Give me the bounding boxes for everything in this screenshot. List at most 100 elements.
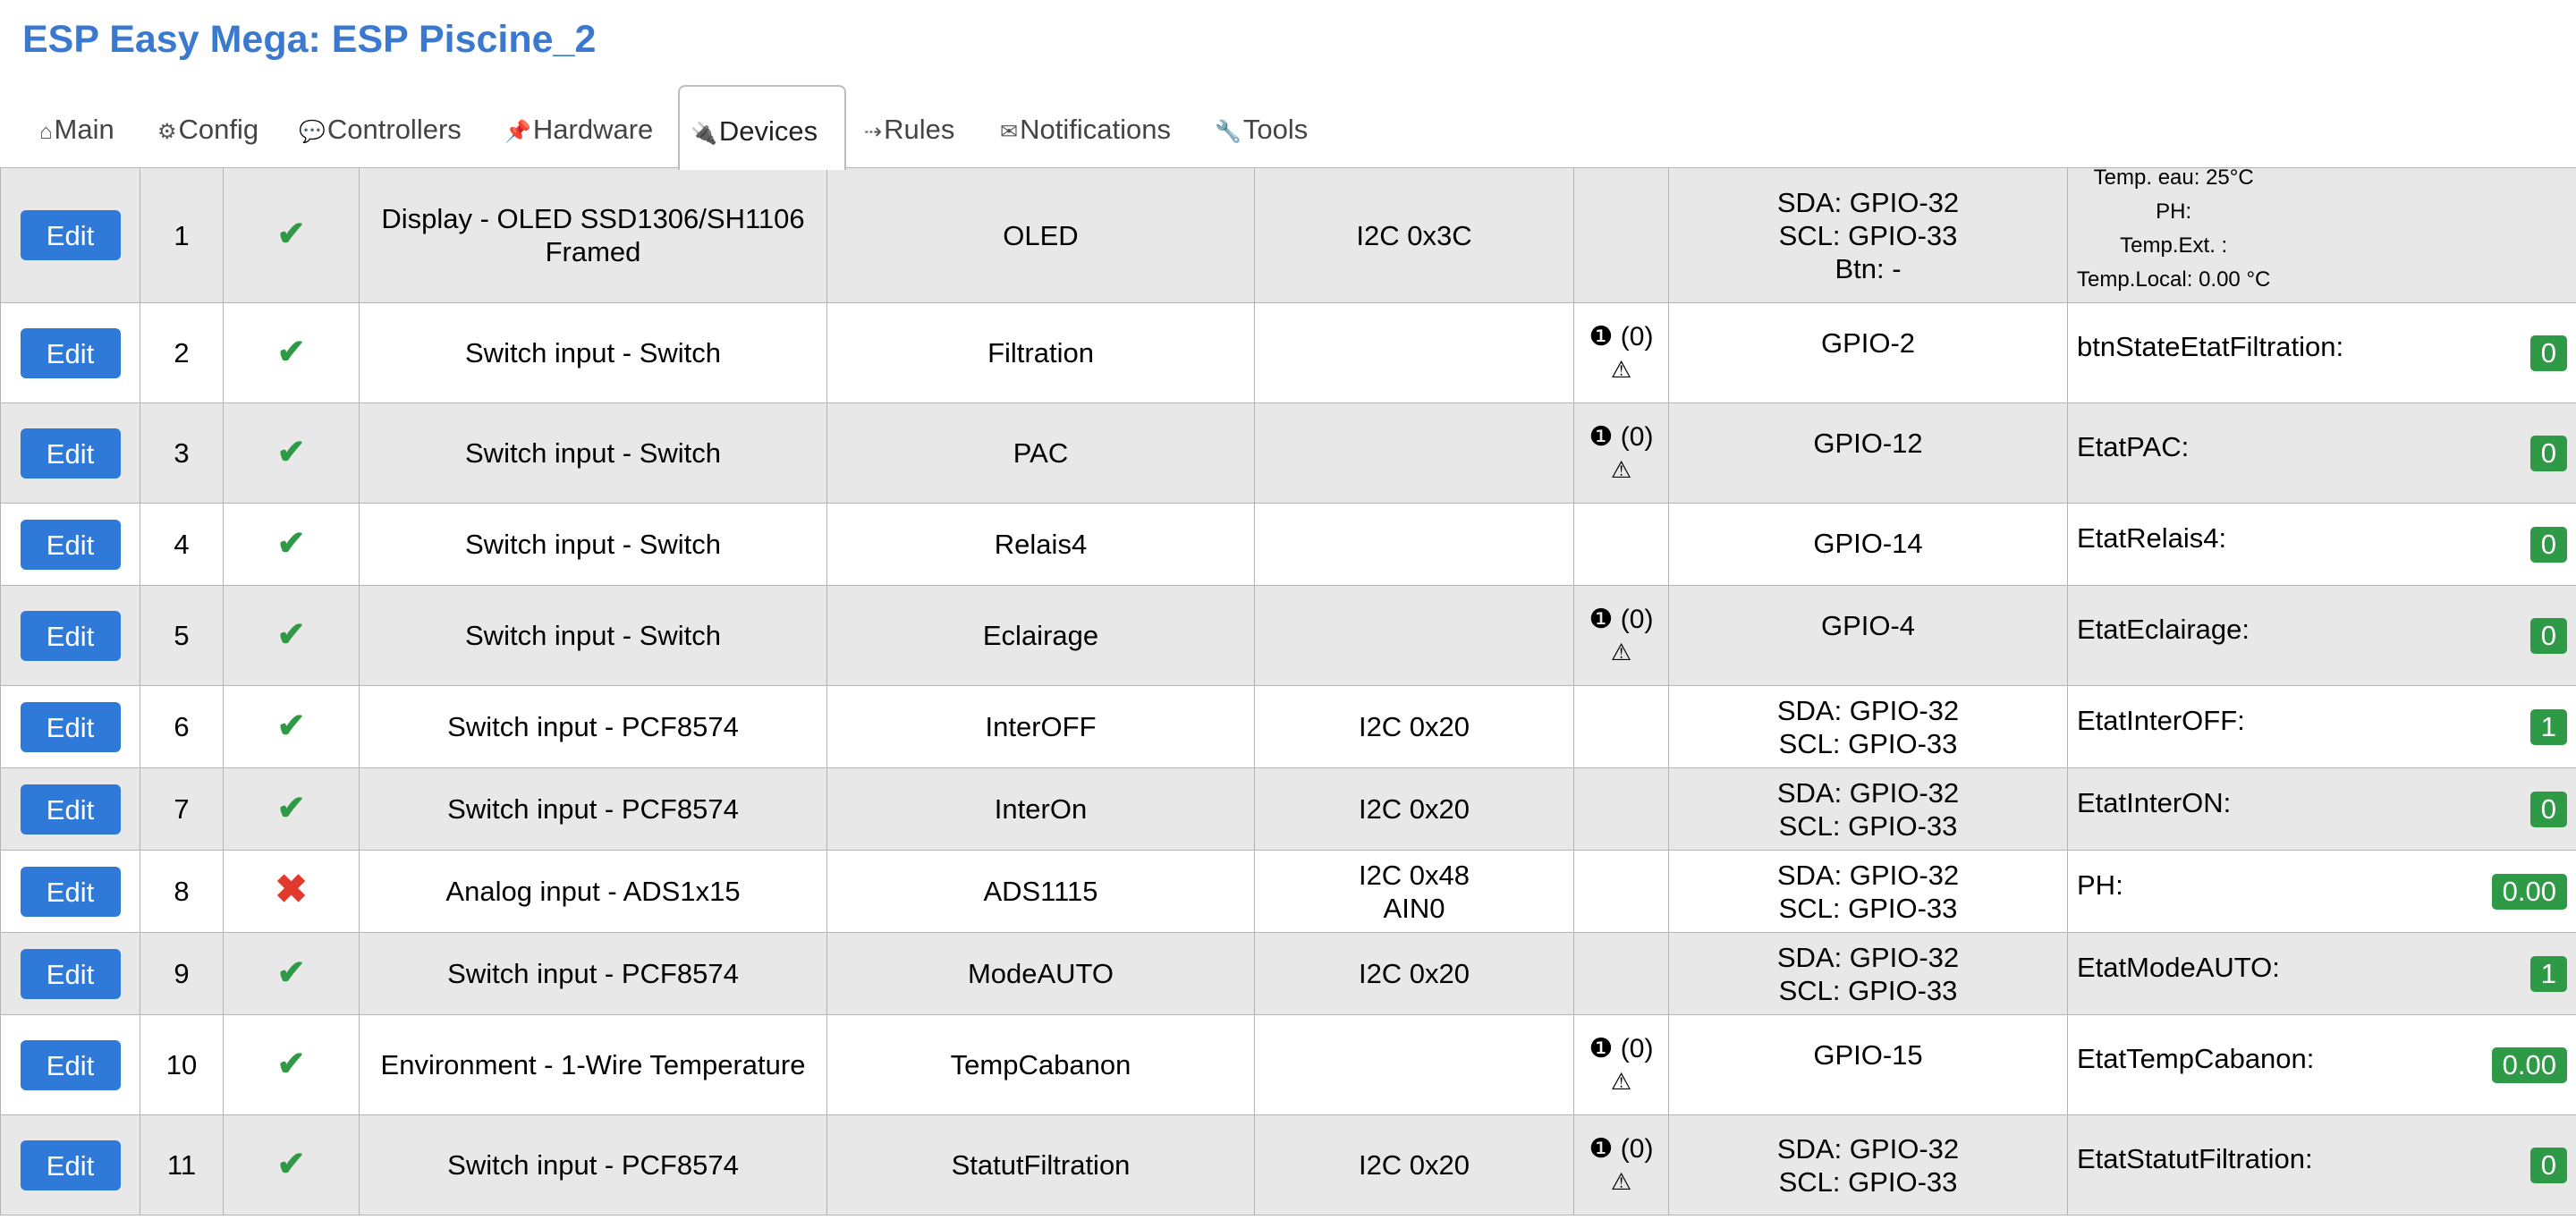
value-badge: 0 (2529, 618, 2567, 654)
device-index: 2 (140, 302, 224, 403)
edit-button[interactable]: Edit (20, 784, 121, 835)
device-name: ModeAUTO (826, 932, 1255, 1015)
value-line: Temp.Local: 0.00 °C (2077, 267, 2271, 292)
value-badge: 0.00 (2491, 874, 2567, 910)
value-badge: 0 (2529, 1148, 2567, 1183)
tab-tools[interactable]: 🔧Tools (1204, 85, 1318, 167)
value-badge: 0 (2529, 792, 2567, 827)
tab-rules[interactable]: ⇢Rules (853, 85, 965, 167)
device-row: Edit 10 ✔ Environment - 1-Wire Temperature T… (0, 1014, 2576, 1115)
edit-button[interactable]: Edit (20, 701, 121, 752)
tab-devices[interactable]: 🔌Devices (678, 85, 846, 170)
gpio-line: GPIO-15 (1813, 1039, 1923, 1071)
gpio-line: SCL: GPIO-33 (1778, 727, 1958, 759)
gpio-line: SDA: GPIO-32 (1776, 1132, 1960, 1165)
enabled-cell: ✔ (223, 1014, 360, 1115)
gpio-cell: GPIO-2 (1668, 302, 2068, 403)
edit-cell: Edit (0, 167, 140, 303)
check-icon: ✔ (276, 615, 306, 654)
stats-count: (0) (1620, 421, 1654, 452)
edit-button[interactable]: Edit (20, 1039, 121, 1090)
edit-button[interactable]: Edit (20, 428, 121, 479)
device-type: Switch input - PCF8574 (359, 932, 827, 1015)
device-index: 3 (140, 402, 224, 504)
check-icon: ✔ (276, 953, 306, 992)
tab-label: Notifications (1020, 114, 1171, 145)
device-name: InterOn (826, 767, 1255, 851)
device-index: 5 (140, 585, 224, 686)
edit-button[interactable]: Edit (20, 327, 121, 378)
gpio-line: Btn: - (1835, 252, 1902, 284)
device-port: I2C 0x20 (1254, 932, 1574, 1015)
stats-count: (0) (1620, 321, 1654, 352)
edit-button[interactable]: Edit (20, 866, 121, 917)
check-icon: ✔ (276, 333, 306, 371)
enabled-cell: ✔ (223, 402, 360, 504)
tab-label: Tools (1242, 114, 1309, 145)
edit-button[interactable]: Edit (20, 948, 121, 999)
port-line: I2C 0x48 (1358, 859, 1470, 891)
tab-notifications[interactable]: ✉Notifications (989, 85, 1182, 167)
tab-hardware[interactable]: 📌Hardware (494, 85, 664, 167)
value-badge: 0 (2529, 436, 2567, 471)
device-row: Edit 2 ✔ Switch input - Switch Filtration ❶ (… (0, 302, 2576, 403)
device-port (1254, 1014, 1574, 1115)
edit-cell: Edit (0, 402, 140, 504)
gpio-line: SDA: GPIO-32 (1776, 941, 1960, 973)
gpio-cell: SDA: GPIO-32 SCL: GPIO-33 (1668, 850, 2068, 933)
device-row: Edit 6 ✔ Switch input - PCF8574 InterOFF I2C … (0, 685, 2576, 768)
tab-config[interactable]: ⚙Config (147, 85, 269, 167)
edit-cell: Edit (0, 932, 140, 1015)
device-type: Switch input - Switch (359, 503, 827, 586)
device-type: Display - OLED SSD1306/SH1106 Framed (359, 167, 827, 303)
values-cell: EtatEclairage: 0 (2067, 585, 2576, 686)
stats-cell (1573, 167, 1669, 303)
port-line: I2C 0x20 (1358, 958, 1470, 989)
tab-label: Config (178, 114, 259, 145)
tab-controllers[interactable]: 💬Controllers (288, 85, 472, 167)
tab-label: Rules (884, 114, 955, 145)
device-port (1254, 402, 1574, 504)
stats-cell: ❶ (0) ⚠ (1573, 585, 1669, 686)
edit-cell: Edit (0, 1114, 140, 1216)
edit-button[interactable]: Edit (20, 1140, 121, 1190)
values-cell: Temp. eau: 25°C PH: Temp.Ext. : Temp.Local:… (2067, 167, 2576, 303)
gpio-line: SCL: GPIO-33 (1778, 1165, 1958, 1198)
check-icon: ✔ (276, 1145, 306, 1183)
stats-cell (1573, 503, 1669, 586)
device-row: Edit 8 ✖ Analog input - ADS1x15 ADS1115 I2C 0… (0, 850, 2576, 933)
enabled-cell: ✔ (223, 302, 360, 403)
gpio-line: SDA: GPIO-32 (1776, 776, 1960, 809)
port-line: I2C 0x20 (1358, 793, 1470, 825)
device-type: Switch input - PCF8574 (359, 1114, 827, 1216)
check-icon: ✔ (276, 216, 306, 253)
device-name: OLED (826, 167, 1255, 303)
edit-button[interactable]: Edit (20, 519, 121, 570)
edit-cell: Edit (0, 585, 140, 686)
stats-cell (1573, 932, 1669, 1015)
values-cell: EtatInterON: 0 (2067, 767, 2576, 851)
device-name: Eclairage (826, 585, 1255, 686)
info-icon: ❶ (1589, 604, 1614, 634)
device-name: StatutFiltration (826, 1114, 1255, 1216)
device-index: 10 (140, 1014, 224, 1115)
stats-cell: ❶ (0) ⚠ (1573, 1114, 1669, 1216)
device-index: 4 (140, 503, 224, 586)
check-icon: ✔ (276, 524, 306, 563)
device-port: I2C 0x20 (1254, 685, 1574, 768)
edit-button[interactable]: Edit (20, 610, 121, 661)
values-cell: EtatStatutFiltration: 0 (2067, 1114, 2576, 1216)
edit-button[interactable]: Edit (20, 210, 121, 260)
edit-cell: Edit (0, 685, 140, 768)
tab-label: Devices (718, 115, 818, 147)
value-name: PH: (2077, 869, 2123, 901)
device-index: 1 (140, 167, 224, 303)
tab-main[interactable]: ⌂Main (29, 85, 125, 167)
enabled-cell: ✖ (223, 850, 360, 933)
device-row: Edit 1 ✔ Display - OLED SSD1306/SH1106 Fram… (0, 167, 2576, 303)
device-type: Environment - 1-Wire Temperature (359, 1014, 827, 1115)
warning-icon: ⚠ (1610, 1167, 1632, 1195)
gpio-cell: SDA: GPIO-32 SCL: GPIO-33 (1668, 1114, 2068, 1216)
home-icon: ⌂ (39, 120, 53, 144)
value-badge: 1 (2529, 709, 2567, 745)
